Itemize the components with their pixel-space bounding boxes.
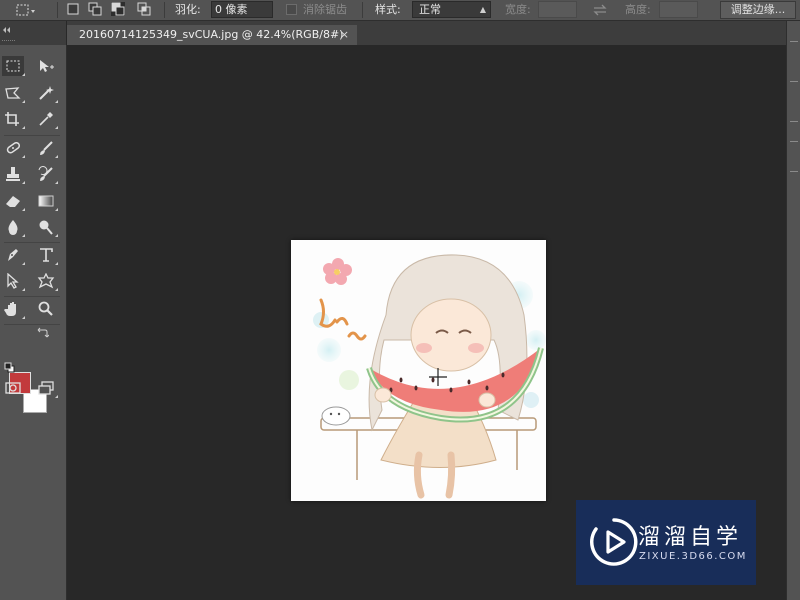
swap-width-height-icon[interactable] <box>591 0 609 20</box>
brush-tool-icon[interactable] <box>35 138 58 158</box>
blur-tool-icon[interactable] <box>2 217 25 237</box>
magic-wand-tool-icon[interactable] <box>35 83 58 103</box>
screen-mode-icon[interactable] <box>35 378 58 398</box>
separator <box>57 2 58 18</box>
panel-grip[interactable] <box>790 141 798 142</box>
document-tab-bar: 20160714125349_svCUA.jpg @ 42.4%(RGB/8#)… <box>67 21 800 45</box>
panel-grip[interactable] <box>790 171 798 172</box>
separator <box>4 242 60 243</box>
height-input[interactable] <box>659 1 698 18</box>
separator <box>362 2 363 18</box>
flower-icon <box>323 258 352 285</box>
style-label: 样式: <box>375 3 401 16</box>
clone-stamp-tool-icon[interactable] <box>2 164 25 184</box>
antialias-checkbox[interactable] <box>286 4 297 15</box>
toolbar-header <box>0 21 66 45</box>
quick-mask-icon[interactable] <box>2 378 24 398</box>
type-tool-icon[interactable] <box>35 245 58 265</box>
move-tool-icon[interactable] <box>35 56 57 76</box>
document-tab[interactable]: 20160714125349_svCUA.jpg @ 42.4%(RGB/8#)… <box>67 25 357 45</box>
play-logo-icon <box>590 518 638 566</box>
zoom-tool-icon[interactable] <box>35 299 57 319</box>
width-label: 宽度: <box>505 3 531 16</box>
separator <box>164 2 165 18</box>
style-select[interactable]: 正常 ▲ <box>412 1 491 18</box>
add-to-selection-icon[interactable] <box>88 2 102 16</box>
separator <box>4 324 60 325</box>
pen-tool-icon[interactable] <box>2 245 25 265</box>
separator <box>4 296 60 297</box>
close-icon[interactable]: × <box>340 25 349 45</box>
gradient-tool-icon[interactable] <box>35 191 58 211</box>
refine-edge-button[interactable]: 调整边缘... <box>720 1 796 19</box>
width-input[interactable] <box>538 1 577 18</box>
panel-grip[interactable] <box>790 121 798 122</box>
eraser-tool-icon[interactable] <box>2 191 25 211</box>
feather-label: 羽化: <box>175 3 201 16</box>
document-canvas[interactable] <box>291 240 546 501</box>
swap-colors-icon[interactable] <box>37 324 50 338</box>
dodge-tool-icon[interactable] <box>35 217 58 237</box>
polygonal-lasso-tool-icon[interactable] <box>2 83 25 103</box>
hand-tool-icon[interactable] <box>2 299 25 319</box>
antialias-label: 消除锯齿 <box>303 3 347 16</box>
panel-grip[interactable] <box>790 81 798 82</box>
eyedropper-tool-icon[interactable] <box>35 109 58 129</box>
marquee-tool-preset-icon[interactable] <box>14 0 36 20</box>
girl-eating-watermelon-image <box>313 254 546 499</box>
separator <box>4 135 60 136</box>
collapse-arrows-icon[interactable] <box>0 21 66 45</box>
rectangular-marquee-tool-icon[interactable] <box>2 56 25 76</box>
custom-shape-tool-icon[interactable] <box>35 271 58 291</box>
default-colors-icon[interactable] <box>4 359 16 373</box>
right-panel-strip[interactable] <box>786 21 800 600</box>
height-label: 高度: <box>625 3 651 16</box>
history-brush-tool-icon[interactable] <box>35 164 58 184</box>
watermark-title: 溜溜自学 <box>638 525 743 550</box>
crop-tool-icon[interactable] <box>2 109 25 129</box>
watermark-url: ZIXUE.3D66.COM <box>639 551 747 562</box>
options-bar: 羽化: 0 像素 消除锯齿 样式: 正常 ▲ 宽度: 高度: 调整边缘... <box>0 0 800 21</box>
path-selection-tool-icon[interactable] <box>2 271 25 291</box>
document-tab-title: 20160714125349_svCUA.jpg @ 42.4%(RGB/8#) <box>79 28 344 41</box>
intersect-selection-icon[interactable] <box>137 2 151 16</box>
tools-panel <box>0 45 67 600</box>
feather-input[interactable]: 0 像素 <box>211 1 273 18</box>
watermark: 溜溜自学 ZIXUE.3D66.COM <box>576 500 756 585</box>
spot-healing-brush-tool-icon[interactable] <box>2 138 25 158</box>
subtract-from-selection-icon[interactable] <box>111 2 125 16</box>
panel-grip[interactable] <box>790 41 798 42</box>
chevron-updown-icon: ▲ <box>479 5 486 14</box>
style-select-value: 正常 <box>419 3 441 16</box>
new-selection-icon[interactable] <box>66 2 80 16</box>
